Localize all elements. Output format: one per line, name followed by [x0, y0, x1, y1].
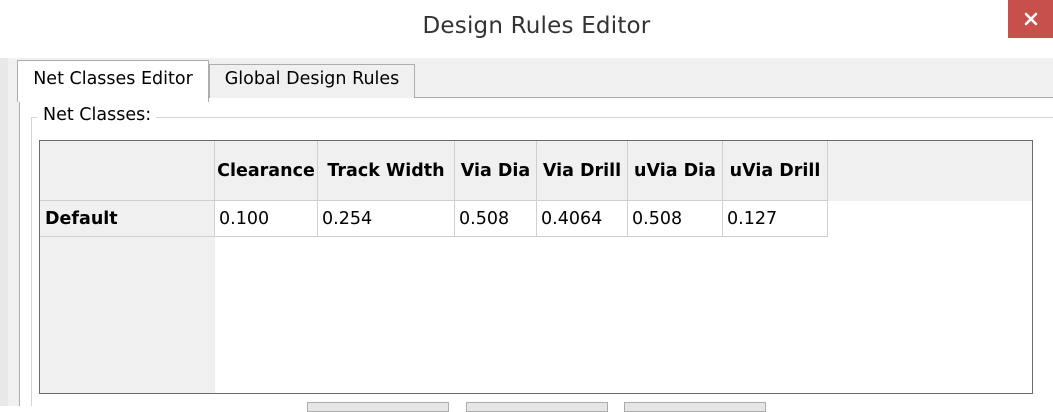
cell-default-uvia-drill[interactable]: 0.127 — [723, 201, 828, 237]
column-header-via-drill[interactable]: Via Drill — [537, 141, 628, 201]
cell-default-track-width[interactable]: 0.254 — [318, 201, 455, 237]
tab-global-design-rules[interactable]: Global Design Rules — [209, 64, 415, 98]
column-header-uvia-dia[interactable]: uVia Dia — [628, 141, 723, 201]
bottom-button-2[interactable] — [466, 402, 608, 412]
column-header-uvia-drill[interactable]: uVia Drill — [723, 141, 828, 201]
dialog-edge — [0, 58, 8, 406]
cell-default-via-dia[interactable]: 0.508 — [455, 201, 537, 237]
net-classes-group-label: Net Classes: — [37, 105, 157, 125]
tab-net-classes-editor[interactable]: Net Classes Editor — [17, 60, 209, 102]
title-bar: Design Rules Editor — [0, 0, 1053, 58]
window-title: Design Rules Editor — [422, 13, 651, 39]
cell-default-clearance[interactable]: 0.100 — [215, 201, 318, 237]
close-button[interactable] — [1008, 0, 1053, 38]
row-header-default[interactable]: Default — [40, 201, 215, 237]
cell-default-via-drill[interactable]: 0.4064 — [537, 201, 628, 237]
bottom-button-1[interactable] — [307, 402, 449, 412]
bottom-button-3[interactable] — [624, 402, 766, 412]
grid-corner-cell — [40, 141, 215, 201]
net-classes-grid[interactable]: Clearance Track Width Via Dia Via Drill … — [39, 140, 1033, 394]
column-header-via-dia[interactable]: Via Dia — [455, 141, 537, 201]
column-header-track-width[interactable]: Track Width — [318, 141, 455, 201]
column-header-clearance[interactable]: Clearance — [215, 141, 318, 201]
cell-default-uvia-dia[interactable]: 0.508 — [628, 201, 723, 237]
close-icon — [1024, 12, 1037, 26]
